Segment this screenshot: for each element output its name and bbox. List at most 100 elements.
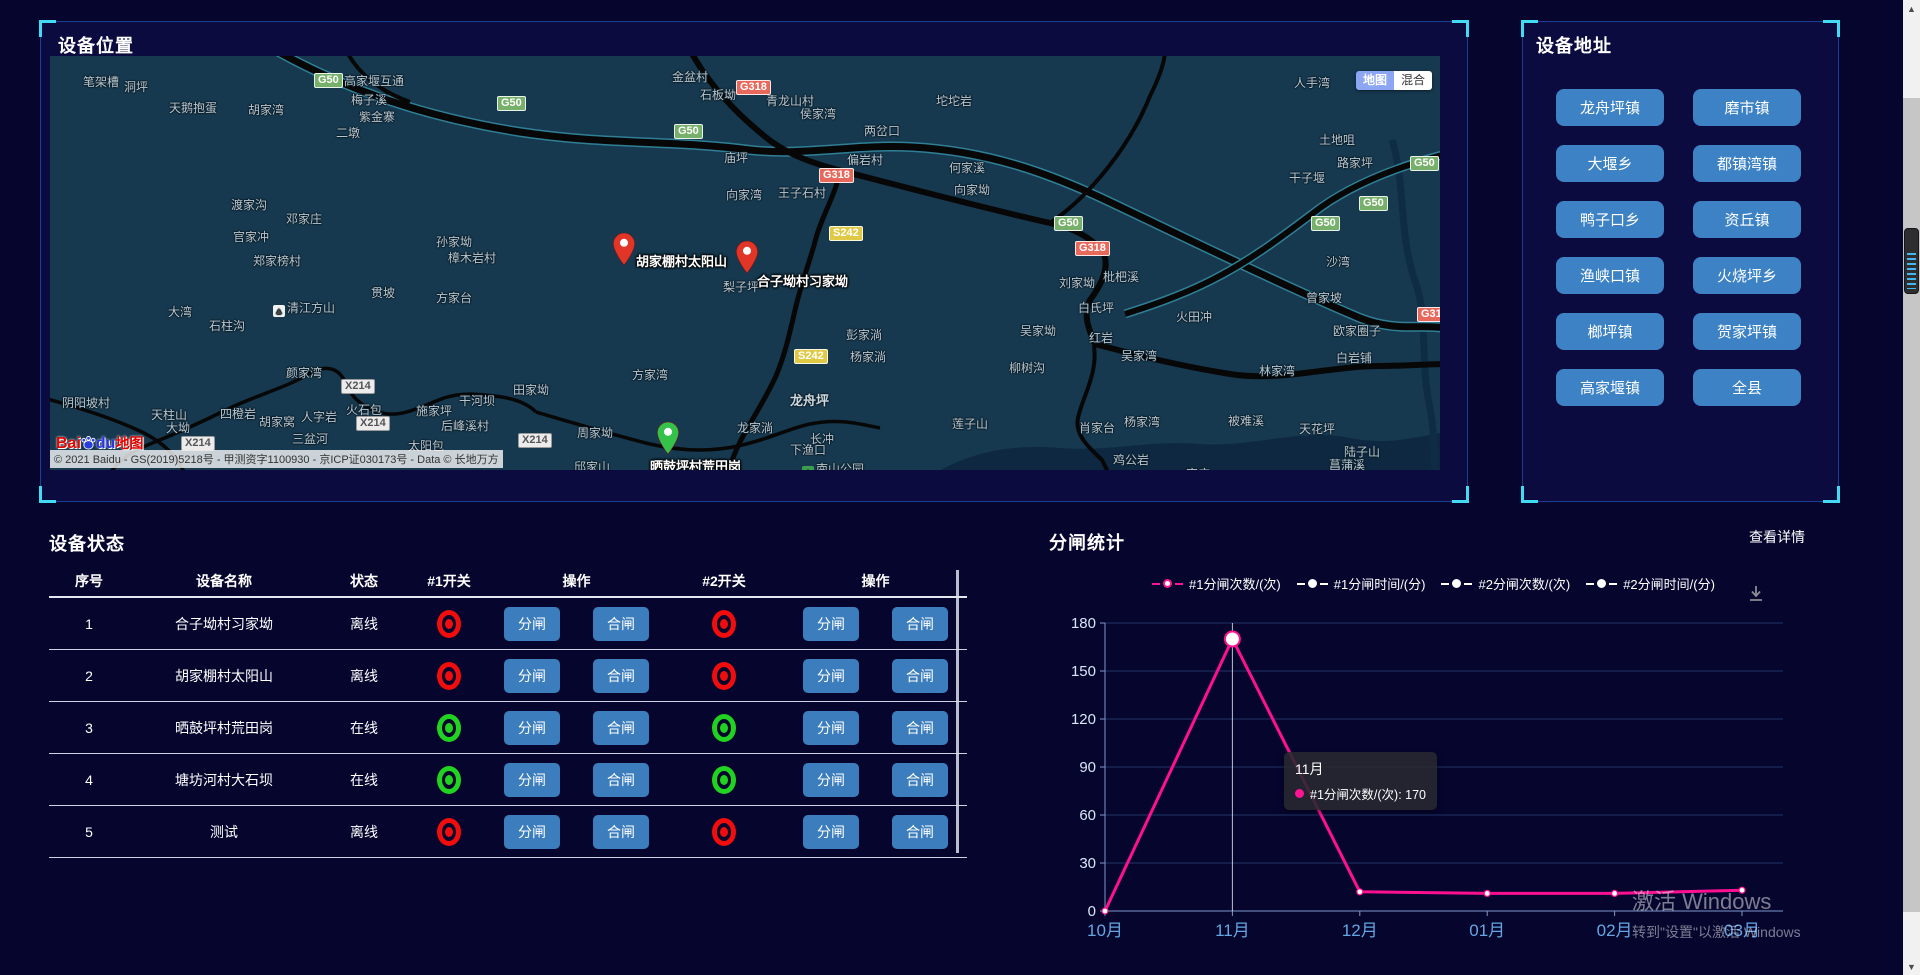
scrollbar-thumb[interactable] <box>1903 98 1920 912</box>
close-switch-button[interactable]: 合闸 <box>593 763 649 797</box>
device-status-table: 序号设备名称状态#1开关操作#2开关操作1合子坳村习家坳离线分闸合闸分闸合闸2胡… <box>49 566 967 858</box>
address-button[interactable]: 贺家坪镇 <box>1693 313 1801 350</box>
row-seq: 3 <box>49 720 129 736</box>
view-details-link[interactable]: 查看详情 <box>1749 527 1805 547</box>
legend-marker <box>1297 583 1305 585</box>
legend-label: #2分闸次数/(次) <box>1478 574 1570 593</box>
address-button[interactable]: 榔坪镇 <box>1556 313 1664 350</box>
open-switch-button[interactable]: 分闸 <box>504 711 560 745</box>
map-place-label: 坨坨岩 <box>936 92 972 109</box>
map-place-label: 两岔口 <box>864 122 900 139</box>
map-place-label: 金盆村 <box>672 68 708 85</box>
legend-item[interactable]: #2分闸时间/(分) <box>1586 574 1715 593</box>
map-type-map-button[interactable]: 地图 <box>1356 71 1394 90</box>
table-header-cell: 操作 <box>489 571 664 591</box>
open-switch-button[interactable]: 分闸 <box>803 659 859 693</box>
address-button[interactable]: 磨市镇 <box>1693 89 1801 126</box>
scrollbar-up-arrow[interactable]: ▲ <box>1903 0 1920 17</box>
open-switch-button[interactable]: 分闸 <box>504 815 560 849</box>
close-switch-button[interactable]: 合闸 <box>593 607 649 641</box>
legend-item[interactable]: #1分闸时间/(分) <box>1297 574 1426 593</box>
address-button[interactable]: 高家堰镇 <box>1556 369 1664 406</box>
close-switch-button[interactable]: 合闸 <box>892 659 948 693</box>
switch-indicator-off <box>712 610 736 638</box>
corner-decoration <box>1452 486 1469 503</box>
legend-item[interactable]: #1分闸次数/(次) <box>1152 574 1281 593</box>
address-button[interactable]: 大堰乡 <box>1556 145 1664 182</box>
road-badge: X214 <box>356 416 390 431</box>
svg-text:11月: 11月 <box>1215 921 1250 940</box>
switch-indicator-off <box>712 818 736 846</box>
map-place-label: 高家堰互通 <box>344 72 404 89</box>
page-scrollbar[interactable]: ▲ ▼ <box>1903 0 1920 975</box>
map-type-switcher[interactable]: 地图 混合 <box>1356 71 1432 90</box>
open-switch-button[interactable]: 分闸 <box>504 659 560 693</box>
close-switch-button[interactable]: 合闸 <box>593 659 649 693</box>
corner-decoration <box>1823 20 1840 37</box>
address-button[interactable]: 火烧坪乡 <box>1693 257 1801 294</box>
close-switch-button[interactable]: 合闸 <box>892 607 948 641</box>
close-switch-button[interactable]: 合闸 <box>593 815 649 849</box>
device-name: 塘坊河村大石坝 <box>129 770 319 790</box>
close-switch-button[interactable]: 合闸 <box>593 711 649 745</box>
close-switch-button[interactable]: 合闸 <box>892 763 948 797</box>
road-badge: G50 <box>1410 156 1439 171</box>
address-button[interactable]: 全县 <box>1693 369 1801 406</box>
address-button[interactable]: 鸭子口乡 <box>1556 201 1664 238</box>
road-badge: S242 <box>829 226 863 241</box>
open-switch-button[interactable]: 分闸 <box>803 607 859 641</box>
map-place-label: 王子石村 <box>778 184 826 201</box>
map-place-label: 官家冲 <box>233 228 269 245</box>
baidu-map[interactable]: 笔架槽洞坪天鹅抱蛋胡家湾高家堰互通梅子溪紫金寨二墩金盆村石板坳青龙山村侯家湾坨坨… <box>50 56 1440 470</box>
map-place-label: 欧家圈子 <box>1333 322 1381 339</box>
open-switch-button[interactable]: 分闸 <box>803 763 859 797</box>
table-scrollbar[interactable] <box>956 570 959 853</box>
table-row: 4塘坊河村大石坝在线分闸合闸分闸合闸 <box>49 754 967 806</box>
switch-indicator-off <box>437 662 461 690</box>
map-pin[interactable]: 晒鼓坪村荒田岗 <box>657 422 679 459</box>
device-status-title: 设备状态 <box>49 530 125 556</box>
map-pin[interactable]: 合子坳村习家坳 <box>736 241 758 278</box>
switch-indicator-on <box>437 714 461 742</box>
chart-legend: #1分闸次数/(次) #1分闸时间/(分) #2分闸次数/(次) #2分闸时间/(分) <box>1152 574 1715 593</box>
open-switch-button[interactable]: 分闸 <box>803 815 859 849</box>
switch-indicator-off <box>437 610 461 638</box>
map-place-label: 菖蒲溪 <box>1329 456 1365 470</box>
map-pin-label: 胡家棚村太阳山 <box>636 251 727 270</box>
open-switch-button[interactable]: 分闸 <box>504 607 560 641</box>
map-place-label: 干子堰 <box>1289 169 1325 186</box>
svg-text:120: 120 <box>1071 711 1096 728</box>
road-badge: G50 <box>497 96 526 111</box>
map-place-label: 渡家沟 <box>231 196 267 213</box>
address-button[interactable]: 资丘镇 <box>1693 201 1801 238</box>
open-switch-button[interactable]: 分闸 <box>504 763 560 797</box>
map-place-label: 天鹅抱蛋 <box>169 99 217 116</box>
address-button[interactable]: 渔峡口镇 <box>1556 257 1664 294</box>
address-button[interactable]: 龙舟坪镇 <box>1556 89 1664 126</box>
open-switch-button[interactable]: 分闸 <box>803 711 859 745</box>
road-badge: G50 <box>674 124 703 139</box>
legend-item[interactable]: #2分闸次数/(次) <box>1441 574 1570 593</box>
address-button[interactable]: 都镇湾镇 <box>1693 145 1801 182</box>
map-type-hybrid-button[interactable]: 混合 <box>1394 71 1432 90</box>
scroll-position-widget[interactable] <box>1904 228 1919 294</box>
map-place-label: 柳树沟 <box>1009 359 1045 376</box>
scenic-icon: ▲ <box>273 305 285 317</box>
map-place-label: 樟木岩村 <box>448 249 496 266</box>
chart-tooltip: 11月 #1分闸次数/(次): 170 <box>1284 752 1437 810</box>
map-place-label: 林家湾 <box>1259 362 1295 379</box>
legend-marker <box>1441 583 1449 585</box>
svg-text:30: 30 <box>1079 855 1096 872</box>
map-pin[interactable]: 胡家棚村太阳山 <box>613 233 635 270</box>
svg-text:01月: 01月 <box>1469 921 1505 940</box>
corner-decoration <box>1521 486 1538 503</box>
map-place-label: 干河坝 <box>459 392 495 409</box>
close-switch-button[interactable]: 合闸 <box>892 815 948 849</box>
table-header-cell: 设备名称 <box>129 571 319 591</box>
corner-decoration <box>1823 486 1840 503</box>
close-switch-button[interactable]: 合闸 <box>892 711 948 745</box>
map-place-label: 郑家榜村 <box>253 252 301 269</box>
map-place-label: 胡家窝 <box>259 413 295 430</box>
scrollbar-down-arrow[interactable]: ▼ <box>1903 958 1920 975</box>
device-status: 离线 <box>319 666 409 686</box>
